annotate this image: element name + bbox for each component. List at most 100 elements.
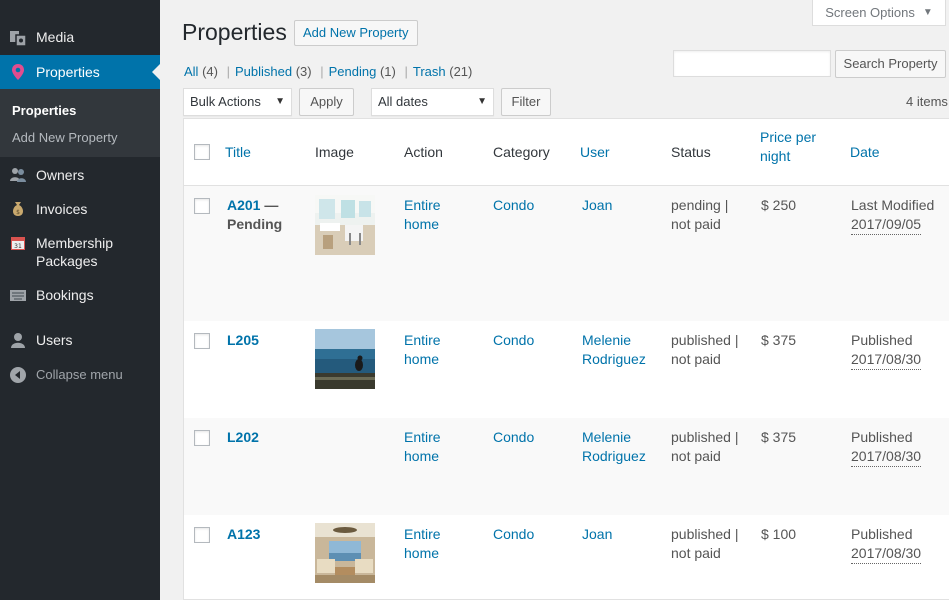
row-checkbox[interactable] [194,430,210,446]
bulk-actions-select[interactable]: Bulk Actions ▼ [183,88,292,116]
category-link[interactable]: Condo [493,428,534,447]
apply-button[interactable]: Apply [299,88,354,116]
calendar-icon: 31 [9,234,27,252]
row-title: L205 [227,331,259,350]
view-published-count: (3) [295,64,312,79]
separator: | [320,64,324,79]
properties-table: Title Image Action Category User Status … [183,118,949,600]
svg-text:31: 31 [14,243,22,250]
column-price[interactable]: Price per night [760,128,830,166]
sidebar-item-label: Invoices [36,201,88,217]
view-trash-count: (21) [449,64,473,79]
view-all-link[interactable]: All [184,64,198,79]
column-action: Action [404,144,443,160]
column-date[interactable]: Date [850,143,880,162]
action-link[interactable]: Entire home [404,196,454,234]
add-new-property-button[interactable]: Add New Property [294,20,418,46]
select-all-checkbox[interactable] [194,144,210,160]
property-thumbnail[interactable] [315,329,375,389]
action-link[interactable]: Entire home [404,525,454,563]
row-checkbox[interactable] [194,333,210,349]
user-link[interactable]: Melenie Rodriguez [582,331,652,369]
sidebar-item-membership-packages[interactable]: 31 Membership Packages [0,234,160,272]
status-text: published | not paid [671,332,739,367]
sidebar-item-owners[interactable]: Owners [0,166,160,186]
sidebar-item-label: Properties [36,64,100,80]
property-title-link[interactable]: A201 [227,197,260,213]
view-pending-link[interactable]: Pending [329,64,377,79]
user-icon [9,331,27,349]
table-row: A123 Entire home Condo Joan published | … [184,515,949,600]
bulk-actions-value: Bulk Actions [190,94,261,109]
column-category: Category [493,144,550,160]
row-checkbox[interactable] [194,198,210,214]
table-header: Title Image Action Category User Status … [184,119,949,186]
column-user[interactable]: User [580,143,610,162]
status-text: published | not paid [671,429,739,464]
table-row: L205 Entire home Condo Melenie Rodriguez… [184,321,949,418]
screen-options-label: Screen Options [825,5,915,20]
user-link[interactable]: Joan [582,196,612,215]
property-title-link[interactable]: L205 [227,332,259,348]
user-link[interactable]: Joan [582,525,612,544]
sidebar-item-label: Owners [36,167,85,183]
row-title: L202 [227,428,259,447]
search-input[interactable] [673,50,831,77]
sidebar-item-media[interactable]: Media [0,28,160,50]
view-all-count: (4) [202,64,218,79]
date-filter-value: All dates [378,94,428,109]
action-link[interactable]: Entire home [404,428,454,466]
separator: | [226,64,230,79]
caret-down-icon: ▼ [922,7,933,18]
property-thumbnail[interactable] [315,523,375,583]
view-trash-link[interactable]: Trash [413,64,446,79]
money-bag-icon: $ [9,200,27,218]
view-published-link[interactable]: Published [235,64,292,79]
row-title: A123 [227,525,260,544]
price-text: $ 375 [761,332,797,348]
date-value: 2017/08/30 [851,544,922,564]
caret-down-icon: ▼ [275,96,285,107]
sidebar-item-label: Bookings [36,287,94,303]
action-link[interactable]: Entire home [404,331,454,369]
row-checkbox[interactable] [194,527,210,543]
sidebar-item-bookings[interactable]: Bookings [0,286,160,306]
view-pending-count: (1) [379,64,396,79]
collapse-icon [9,366,27,384]
date-filter-select[interactable]: All dates ▼ [371,88,494,116]
collapse-label: Collapse menu [36,367,123,382]
caret-down-icon: ▼ [477,96,487,107]
sidebar-item-label: Users [36,332,73,348]
date-value: 2017/08/30 [851,447,922,467]
category-link[interactable]: Condo [493,525,534,544]
date-value: 2017/09/05 [851,215,922,235]
page-title: Properties [182,19,287,45]
property-thumbnail[interactable] [315,195,375,255]
status-text: published | not paid [671,526,739,561]
property-title-link[interactable]: L202 [227,429,259,445]
filter-button[interactable]: Filter [501,88,551,116]
svg-text:$: $ [16,209,20,216]
search-property-button[interactable]: Search Property [835,50,946,78]
price-text: $ 250 [761,197,797,213]
submenu-item-add-new-property[interactable]: Add New Property [12,130,118,145]
category-link[interactable]: Condo [493,331,534,350]
category-link[interactable]: Condo [493,196,534,215]
date-label: Last Modified [851,197,935,213]
price-text: $ 375 [761,429,797,445]
collapse-menu-button[interactable]: Collapse menu [0,366,160,386]
column-title[interactable]: Title [225,143,251,162]
property-title-link[interactable]: A123 [227,526,260,542]
column-image: Image [315,144,354,160]
user-link[interactable]: Melenie Rodriguez [582,428,652,466]
screen-options-button[interactable]: Screen Options ▼ [812,0,946,26]
separator: | [404,64,408,79]
sidebar-item-invoices[interactable]: $ Invoices [0,200,160,220]
sidebar-item-users[interactable]: Users [0,331,160,351]
date-label: Published [851,526,913,542]
table-row: A201 — Pending Entire home Condo Joan pe… [184,186,949,321]
admin-sidebar: Media Properties Properties Add New Prop… [0,0,160,600]
sidebar-item-properties[interactable]: Properties [0,55,160,89]
keyboard-icon [9,286,27,304]
submenu-item-properties[interactable]: Properties [12,103,76,118]
